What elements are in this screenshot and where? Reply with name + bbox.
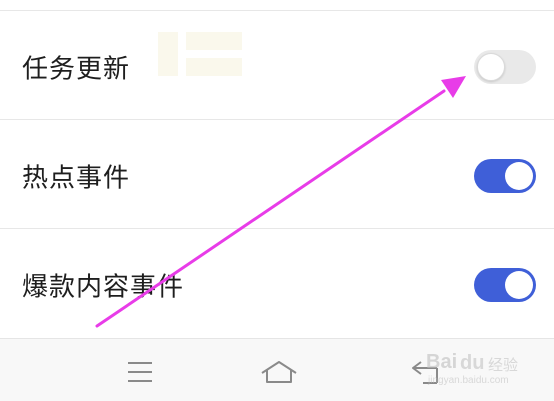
setting-row-viral-content-events: 爆款内容事件 [0,231,554,339]
toggle-knob [477,53,505,81]
setting-label-task-update: 任务更新 [22,54,131,85]
menu-icon [128,362,152,382]
watermark-jingyan-label: 经验 [488,356,519,374]
task-update-toggle[interactable] [474,50,536,84]
row-divider [0,119,554,120]
setting-label-viral-content-events: 爆款内容事件 [22,272,185,303]
setting-label-hot-events: 热点事件 [22,163,131,194]
hot-events-toggle[interactable] [474,159,536,193]
baidu-jingyan-watermark: Bai du 经验 jingyan.baidu.com [426,349,526,389]
setting-row-hot-events: 热点事件 [0,122,554,230]
notification-settings-list: 任务更新 热点事件 爆款内容事件 [0,0,554,338]
toggle-knob [505,162,533,190]
top-divider [0,10,554,11]
setting-row-task-update: 任务更新 [0,13,554,121]
watermark-brand: Bai [426,351,458,373]
toggle-knob [505,271,533,299]
viral-content-events-toggle[interactable] [474,268,536,302]
watermark-sub: du [460,352,485,374]
watermark-url: jingyan.baidu.com [428,375,509,386]
row-divider [0,228,554,229]
menu-button[interactable] [120,353,160,387]
home-button[interactable] [259,353,299,387]
home-icon [261,361,297,383]
